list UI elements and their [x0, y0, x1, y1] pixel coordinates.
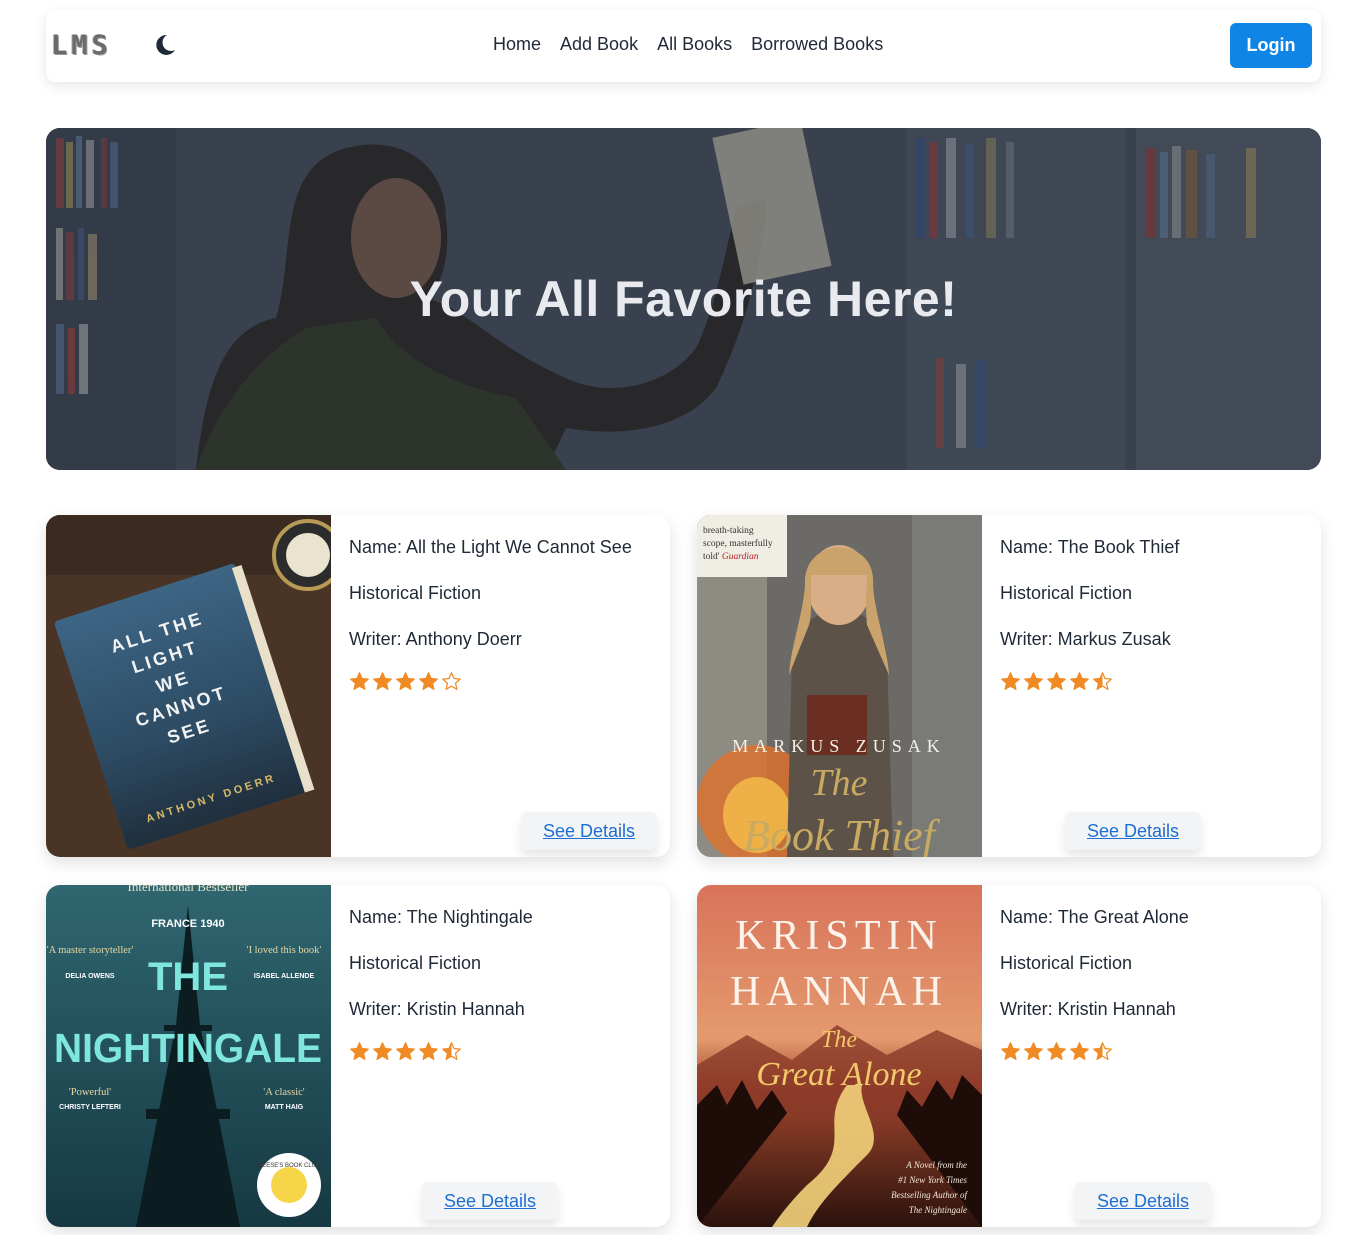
svg-text:DELIA OWENS: DELIA OWENS [65, 973, 114, 980]
book-name: Name: The Book Thief [1000, 537, 1180, 557]
rating-stars [1000, 1041, 1311, 1062]
login-button[interactable]: Login [1230, 23, 1312, 68]
book-category: Historical Fiction [1000, 953, 1133, 973]
svg-text:NIGHTINGALE: NIGHTINGALE [54, 1025, 322, 1071]
star-icon-full [419, 1042, 438, 1060]
star-icon-full [350, 1042, 369, 1060]
star-icon-full [396, 1042, 415, 1060]
star-icon-half [1093, 672, 1112, 690]
svg-text:scope, masterfully: scope, masterfully [703, 538, 773, 549]
star-icon-full [1024, 1042, 1043, 1060]
book-writer: Writer: Anthony Doerr [349, 629, 522, 649]
rating-stars [349, 671, 660, 692]
book-writer: Writer: Kristin Hannah [1000, 999, 1176, 1019]
nav-link-all-books[interactable]: All Books [657, 34, 732, 55]
svg-text:KRISTIN: KRISTIN [735, 913, 943, 959]
star-icon-full [1047, 1042, 1066, 1060]
book-cover-image: International Bestseller FRANCE 1940 THE… [46, 885, 331, 1227]
book-info: Name: The Great Alone Historical Fiction… [1000, 907, 1311, 1062]
book-category: Historical Fiction [349, 953, 482, 973]
book-name: Name: All the Light We Cannot See [349, 537, 632, 557]
star-icon-full [419, 672, 438, 690]
book-writer: Writer: Kristin Hannah [349, 999, 525, 1019]
book-info: Name: All the Light We Cannot See Histor… [349, 537, 660, 692]
svg-text:International Bestseller: International Bestseller [128, 885, 250, 894]
moon-icon[interactable] [152, 32, 178, 58]
svg-text:THE: THE [148, 955, 228, 999]
svg-text:MATT HAIG: MATT HAIG [265, 1104, 304, 1111]
see-details-button[interactable]: See Details [422, 1182, 558, 1220]
svg-text:'A master storyteller': 'A master storyteller' [47, 945, 134, 956]
star-icon-full [1001, 1042, 1020, 1060]
logo[interactable]: LMS [51, 30, 112, 61]
hero-title: Your All Favorite Here! [409, 271, 958, 327]
book-card: International Bestseller FRANCE 1940 THE… [46, 885, 670, 1227]
svg-text:ISABEL ALLENDE: ISABEL ALLENDE [254, 973, 315, 980]
svg-text:breath-taking: breath-taking [703, 526, 754, 536]
svg-text:HANNAH: HANNAH [730, 969, 948, 1015]
see-details-button[interactable]: See Details [521, 812, 657, 850]
book-category: Historical Fiction [1000, 583, 1133, 603]
svg-text:CHRISTY LEFTERI: CHRISTY LEFTERI [59, 1104, 121, 1111]
svg-text:MARKUS ZUSAK: MARKUS ZUSAK [732, 736, 946, 756]
svg-text:'Powerful': 'Powerful' [69, 1087, 111, 1098]
star-icon-full [373, 1042, 392, 1060]
book-card: ALL THE LIGHT WE CANNOT SEE ANTHONY DOER… [46, 515, 670, 857]
book-cover-image: KRISTIN HANNAH The Great Alone A Novel f… [697, 885, 982, 1227]
hero-banner: Your All Favorite Here! [46, 128, 1321, 470]
svg-text:The Nightingale: The Nightingale [909, 1205, 967, 1215]
star-icon-full [1070, 672, 1089, 690]
star-icon-full [373, 672, 392, 690]
star-icon-full [350, 672, 369, 690]
star-icon-full [1070, 1042, 1089, 1060]
svg-text:The: The [811, 762, 868, 804]
navbar: LMS Home Add Book All Books Borrowed Boo… [46, 10, 1321, 82]
rating-stars [349, 1041, 660, 1062]
book-name: Name: The Nightingale [349, 907, 533, 927]
book-writer: Writer: Markus Zusak [1000, 629, 1171, 649]
book-card: KRISTIN HANNAH The Great Alone A Novel f… [697, 885, 1321, 1227]
svg-text:Bestselling Author of: Bestselling Author of [891, 1190, 968, 1200]
svg-text:#1 New York Times: #1 New York Times [898, 1175, 967, 1185]
svg-text:Great Alone: Great Alone [756, 1056, 921, 1093]
book-cover-image: breath-taking scope, masterfully told' G… [697, 515, 982, 857]
book-info: Name: The Nightingale Historical Fiction… [349, 907, 660, 1062]
svg-text:FRANCE 1940: FRANCE 1940 [151, 918, 224, 930]
star-icon-empty [442, 672, 461, 690]
book-cover-image: ALL THE LIGHT WE CANNOT SEE ANTHONY DOER… [46, 515, 331, 857]
rating-stars [1000, 671, 1311, 692]
nav-link-borrowed-books[interactable]: Borrowed Books [751, 34, 883, 55]
book-card: breath-taking scope, masterfully told' G… [697, 515, 1321, 857]
see-details-button[interactable]: See Details [1065, 812, 1201, 850]
svg-text:REESE'S BOOK CLUB: REESE'S BOOK CLUB [258, 1163, 320, 1169]
star-icon-full [396, 672, 415, 690]
star-icon-half [442, 1042, 461, 1060]
nav-link-home[interactable]: Home [493, 34, 541, 55]
nav-link-add-book[interactable]: Add Book [560, 34, 638, 55]
star-icon-half [1093, 1042, 1112, 1060]
see-details-button[interactable]: See Details [1075, 1182, 1211, 1220]
star-icon-full [1001, 672, 1020, 690]
book-name: Name: The Great Alone [1000, 907, 1189, 927]
svg-text:A Novel from the: A Novel from the [905, 1160, 967, 1170]
book-category: Historical Fiction [349, 583, 482, 603]
svg-text:told' Guardian: told' Guardian [703, 552, 759, 562]
book-info: Name: The Book Thief Historical Fiction … [1000, 537, 1311, 692]
star-icon-full [1024, 672, 1043, 690]
svg-text:'A classic': 'A classic' [263, 1087, 305, 1098]
nav-links: Home Add Book All Books Borrowed Books [493, 34, 883, 55]
svg-text:'I loved this book': 'I loved this book' [247, 945, 322, 956]
svg-text:Book Thief: Book Thief [743, 811, 941, 857]
star-icon-full [1047, 672, 1066, 690]
svg-text:The: The [821, 1027, 857, 1053]
